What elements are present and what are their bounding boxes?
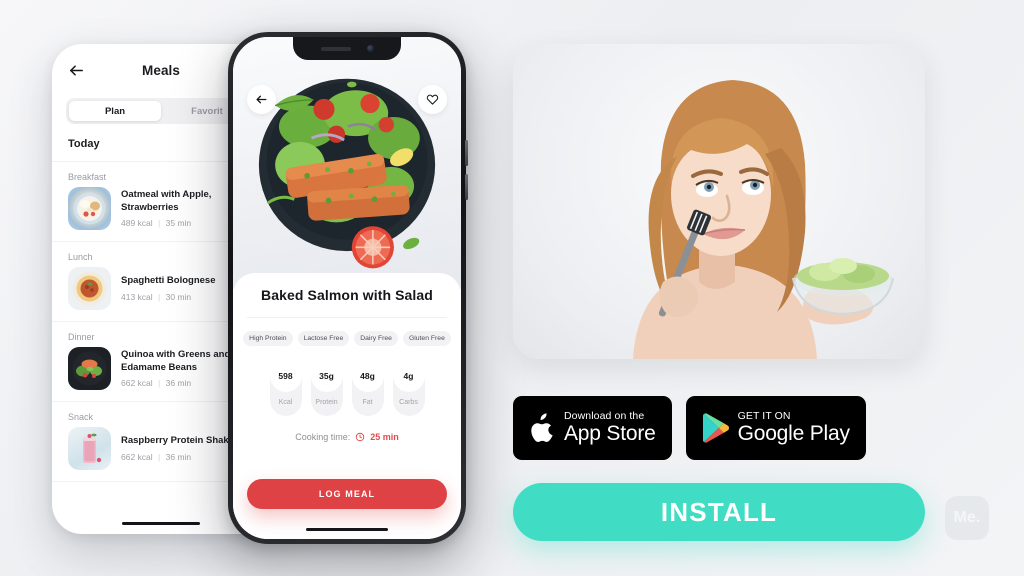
home-indicator <box>122 521 200 525</box>
meal-kcal: 413 kcal <box>121 291 153 302</box>
meal-time: 36 min <box>165 451 192 462</box>
nutrition-item-fat: 48g Fat <box>351 360 384 416</box>
front-camera-icon <box>366 45 374 52</box>
nutrition-value: 48g <box>351 360 384 392</box>
app-store-bottom-label: App Store <box>564 422 656 446</box>
meal-time: 30 min <box>165 291 192 302</box>
phone-screen: Baked Salmon with Salad High Protein Lac… <box>233 37 461 539</box>
lifestyle-photo <box>513 44 925 359</box>
speaker-icon <box>320 46 351 51</box>
promo-screenshot: Meals Plan Favorit Today Breakfast Oatme… <box>0 0 1024 576</box>
nutrition-label: Fat <box>362 399 373 406</box>
google-play-bottom-label: Google Play <box>737 422 850 446</box>
cooking-time-label: Cooking time: <box>295 432 351 442</box>
meal-thumbnail-dinner <box>68 347 111 390</box>
app-store-text: Download on the App Store <box>564 410 656 445</box>
meal-time: 36 min <box>165 378 192 389</box>
google-play-icon <box>702 413 729 443</box>
google-play-text: GET IT ON Google Play <box>738 410 850 445</box>
meta-divider: | <box>158 378 161 389</box>
meal-kcal: 662 kcal <box>121 451 153 462</box>
google-play-badge[interactable]: GET IT ON Google Play <box>685 396 866 460</box>
meal-info: Raspberry Protein Shake 662 kcal | 36 mi… <box>121 435 234 462</box>
volume-up-button[interactable] <box>465 140 468 166</box>
meal-name: Raspberry Protein Shake <box>121 435 234 447</box>
meal-kcal: 489 kcal <box>121 218 153 229</box>
home-indicator <box>306 527 388 531</box>
nutrition-value: 4g <box>392 360 425 392</box>
tag-high-protein[interactable]: High Protein <box>243 331 293 346</box>
cooking-time-row: Cooking time: 25 min <box>247 416 447 442</box>
meta-divider: | <box>158 218 161 229</box>
meal-thumbnail-snack <box>68 427 111 470</box>
nutrition-item-protein: 35g Protein <box>310 360 343 416</box>
tag-gluten-free[interactable]: Gluten Free <box>402 331 451 346</box>
meal-thumbnail-lunch <box>68 267 111 310</box>
notch <box>293 37 401 60</box>
meal-name: Spaghetti Bolognese <box>121 275 216 287</box>
apple-logo-icon <box>531 412 553 442</box>
nutrition-label: Carbs <box>399 399 418 406</box>
watermark-logo: Me. <box>945 496 989 540</box>
dish-title: Baked Salmon with Salad <box>247 287 447 318</box>
meal-time: 35 min <box>165 218 192 229</box>
nutrition-label: Protein <box>315 399 338 406</box>
dietary-tag-list: High Protein Lactose Free Dairy Free Glu… <box>243 318 451 346</box>
meal-info: Spaghetti Bolognese 413 kcal | 30 min <box>121 275 215 302</box>
tab-plan[interactable]: Plan <box>69 101 161 121</box>
back-arrow-icon <box>256 95 267 104</box>
meta-divider: | <box>158 451 161 462</box>
tag-lactose-free[interactable]: Lactose Free <box>297 331 350 346</box>
app-store-badge[interactable]: Download on the App Store <box>513 396 672 460</box>
log-meal-button[interactable]: LOG MEAL <box>247 479 447 509</box>
back-button[interactable] <box>247 85 276 114</box>
tag-dairy-free[interactable]: Dairy Free <box>354 331 398 346</box>
store-badges: Download on the App Store GET IT ON Goog… <box>513 396 866 460</box>
app-store-top-label: Download on the <box>564 410 645 423</box>
nutrition-value: 598 <box>269 360 302 392</box>
meal-meta: 413 kcal | 30 min <box>121 292 215 302</box>
recipe-detail-card: Baked Salmon with Salad High Protein Lac… <box>233 273 461 539</box>
cooking-time-value: 25 min <box>370 432 399 442</box>
google-play-top-label: GET IT ON <box>737 410 791 423</box>
favorite-button[interactable] <box>418 85 447 114</box>
nutrition-item-carbs: 4g Carbs <box>392 360 425 416</box>
heart-icon <box>426 94 439 105</box>
nutrition-label: Kcal <box>278 399 293 406</box>
volume-down-button[interactable] <box>465 174 468 200</box>
meal-meta: 662 kcal | 36 min <box>121 452 234 462</box>
hero-image <box>233 37 461 289</box>
nutrition-item-kcal: 598 Kcal <box>269 360 302 416</box>
install-button[interactable]: INSTALL <box>513 483 925 541</box>
meal-thumbnail-breakfast <box>68 187 111 230</box>
center-phone-recipe-screen: Baked Salmon with Salad High Protein Lac… <box>228 32 468 544</box>
clock-icon <box>356 432 365 442</box>
meta-divider: | <box>158 291 161 302</box>
nutrition-summary: 598 Kcal 35g Protein 48g Fat 4g Carbs <box>247 346 447 416</box>
nutrition-value: 35g <box>310 360 343 392</box>
meal-kcal: 662 kcal <box>121 378 153 389</box>
